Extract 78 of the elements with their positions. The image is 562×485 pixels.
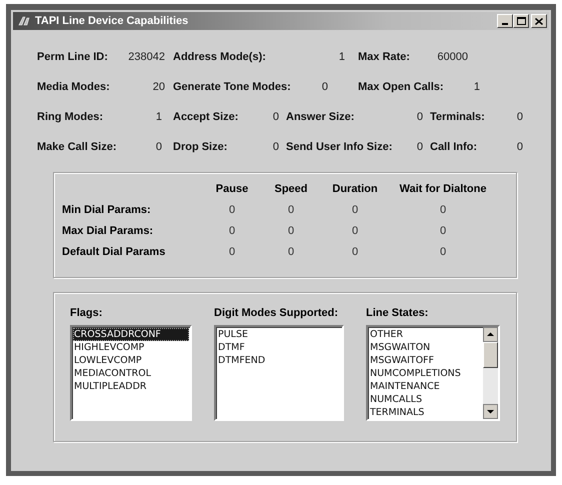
field-label: Max Rate: (358, 51, 410, 63)
table-cell-text: 0 (350, 246, 360, 258)
list-box[interactable]: OTHER MSGWAITON MSGWAITOFF NUMCOMPLETIONS MAINTENANCE NUMCALLS TERMINALS (366, 325, 500, 421)
column-header: Pause (214, 183, 250, 195)
list-item[interactable]: MULTIPLEADDR (73, 380, 189, 393)
table-cell-text: 0 (438, 246, 448, 258)
list-item[interactable]: MSGWAITOFF (369, 354, 482, 367)
list-label: Flags: (70, 307, 104, 319)
field-label: Drop Size: (173, 141, 228, 153)
list-item[interactable]: HIGHLEVCOMP (73, 341, 189, 354)
list-label: Line States: (366, 307, 430, 319)
field-value: 1 (338, 51, 345, 63)
list-item[interactable]: PULSE (217, 328, 341, 341)
field-value: 60000 (437, 51, 468, 63)
field-label: Generate Tone Modes: (173, 81, 291, 93)
field-value: 1 (474, 81, 480, 93)
list-item[interactable]: TERMINALS (369, 406, 482, 419)
close-icon (535, 18, 543, 24)
list-item[interactable]: NUMCALLS (369, 393, 482, 406)
scroll-up-icon[interactable] (483, 327, 498, 342)
list-box[interactable]: CROSSADDRCONF HIGHLEVCOMP LOWLEVCOMP MEDIACONTROL MULTIPLEADDR (70, 325, 192, 421)
scroll-down-icon[interactable] (483, 404, 498, 419)
scroll-thumb[interactable] (483, 342, 498, 368)
field-label: Terminals: (430, 111, 485, 123)
table-cell-text: 0 (286, 246, 296, 258)
list-label: Digit Modes Supported: (214, 307, 340, 319)
field-label: Send User Info Size: (286, 141, 392, 153)
field-value: 0 (416, 111, 423, 123)
field-label: Max Open Calls: (358, 81, 444, 93)
close-button[interactable] (531, 14, 547, 28)
column-header: Speed (273, 183, 308, 195)
list-item[interactable]: DTMF (217, 341, 341, 354)
row-label: Min Dial Params: (62, 204, 152, 216)
field-label: Call Info: (430, 141, 478, 153)
list-item[interactable]: MAINTENANCE (369, 380, 482, 393)
table-cell-text: 0 (350, 225, 360, 237)
field-value: 0 (416, 141, 423, 153)
field-label: Make Call Size: (37, 141, 116, 153)
field-label: Answer Size: (286, 111, 354, 123)
column-header: Wait for Dialtone (398, 183, 488, 195)
minimize-button[interactable] (497, 14, 513, 28)
field-value: 0 (516, 111, 523, 123)
field-value: 0 (516, 141, 523, 153)
field-value: 0 (272, 141, 279, 153)
field-value: 0 (322, 81, 328, 93)
table-cell-text: 0 (228, 204, 236, 216)
table-cell-text: 0 (228, 246, 236, 258)
column-header: Duration (331, 183, 379, 195)
field-label: Ring Modes: (37, 111, 103, 123)
table-cell-text: 0 (286, 225, 296, 237)
field-value: 1 (156, 111, 162, 123)
window-title: TAPI Line Device Capabilities (35, 15, 188, 27)
list-item[interactable]: DTMFEND (217, 354, 341, 367)
field-value: 20 (152, 81, 165, 93)
list-item[interactable]: LOWLEVCOMP (73, 354, 189, 367)
maximize-button[interactable] (513, 14, 529, 28)
field-label: Media Modes: (37, 81, 110, 93)
list-item[interactable]: OTHER (369, 328, 482, 341)
list-item[interactable]: NUMCOMPLETIONS (369, 367, 482, 380)
list-item[interactable]: MSGWAITON (369, 341, 482, 354)
field-value: 0 (156, 141, 162, 153)
row-label: Max Dial Params: (62, 225, 154, 237)
scrollbar[interactable] (483, 327, 498, 419)
field-label: Address Mode(s): (173, 51, 266, 63)
field-label: Perm Line ID: (37, 51, 108, 63)
list-item[interactable]: MEDIACONTROL (73, 367, 189, 380)
table-cell-text: 0 (228, 225, 236, 237)
table-cell-text: 0 (438, 225, 448, 237)
table-cell-text: 0 (286, 204, 296, 216)
maximize-icon (516, 17, 526, 25)
list-box[interactable]: PULSE DTMF DTMFEND (214, 325, 344, 421)
table-cell-text: 0 (350, 204, 360, 216)
field-label: Accept Size: (173, 111, 238, 123)
list-item[interactable]: CROSSADDRCONF (73, 328, 189, 341)
table-cell-text: 0 (438, 204, 448, 216)
field-value: 0 (272, 111, 279, 123)
row-label: Default Dial Params (62, 246, 166, 258)
field-value: 238042 (128, 51, 165, 63)
